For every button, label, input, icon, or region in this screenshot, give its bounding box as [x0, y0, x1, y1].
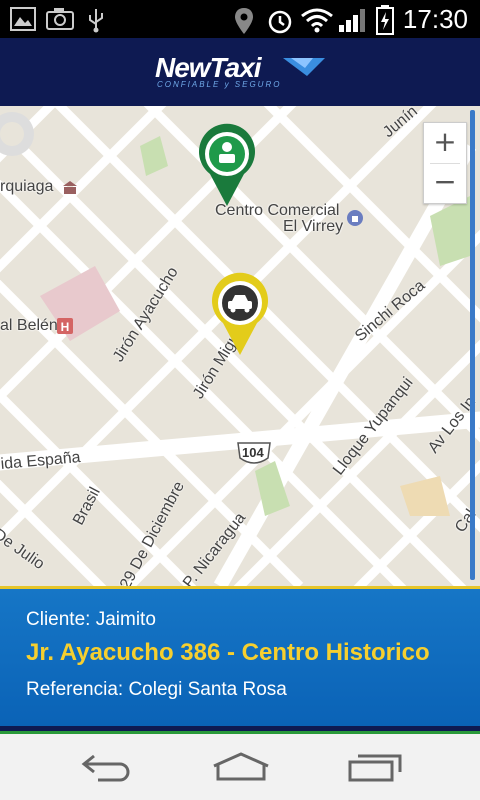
map-view[interactable]: Centro Comercial El Virrey rquiaga al Be…: [0, 106, 480, 586]
logo-arrow-icon: [283, 58, 325, 76]
client-name: Cliente: Jaimito: [26, 609, 156, 630]
zoom-divider: [430, 163, 460, 164]
clock: 17:30: [402, 4, 468, 34]
pickup-reference: Referencia: Colegi Santa Rosa: [26, 679, 287, 700]
panel-footer-strip: [0, 726, 480, 734]
pickup-address: Jr. Ayacucho 386 - Centro Historico: [26, 639, 430, 666]
recent-apps-icon[interactable]: [348, 752, 404, 782]
museum-icon: [63, 181, 77, 194]
system-nav-bar: [0, 734, 480, 800]
zoom-out-button[interactable]: −: [424, 163, 466, 203]
trip-info-panel: Cliente: Jaimito Jr. Ayacucho 386 - Cent…: [0, 586, 480, 729]
zoom-in-button[interactable]: +: [424, 123, 466, 163]
signal-icon: [339, 9, 365, 32]
app-header: NewTaxi CONFIABLE y SEGURO: [0, 38, 480, 106]
home-icon[interactable]: [212, 752, 270, 782]
image-icon: [10, 7, 36, 31]
hospital-icon: H: [57, 318, 73, 334]
svg-text:H: H: [61, 320, 70, 334]
location-icon: [235, 8, 253, 34]
map-scrollbar[interactable]: [470, 110, 475, 580]
zoom-controls: + −: [423, 122, 467, 204]
route-number: 104: [242, 445, 264, 460]
map-label: El Virrey: [283, 218, 344, 235]
map-label: rquiaga: [0, 178, 54, 195]
usb-icon: [89, 9, 103, 33]
map-label: al Belén: [0, 317, 58, 334]
taxi-location-marker[interactable]: [209, 271, 271, 357]
client-location-marker[interactable]: [196, 122, 258, 208]
back-icon[interactable]: [80, 752, 136, 782]
alarm-icon: [268, 10, 292, 34]
shopping-icon: [347, 210, 363, 226]
status-bar: 17:30: [0, 0, 480, 38]
app-logo: NewTaxi CONFIABLE y SEGURO: [155, 52, 330, 92]
battery-charging-icon: [376, 5, 394, 35]
wifi-icon: [301, 8, 333, 33]
camera-icon: [46, 8, 74, 30]
logo-tagline: CONFIABLE y SEGURO: [157, 80, 282, 89]
